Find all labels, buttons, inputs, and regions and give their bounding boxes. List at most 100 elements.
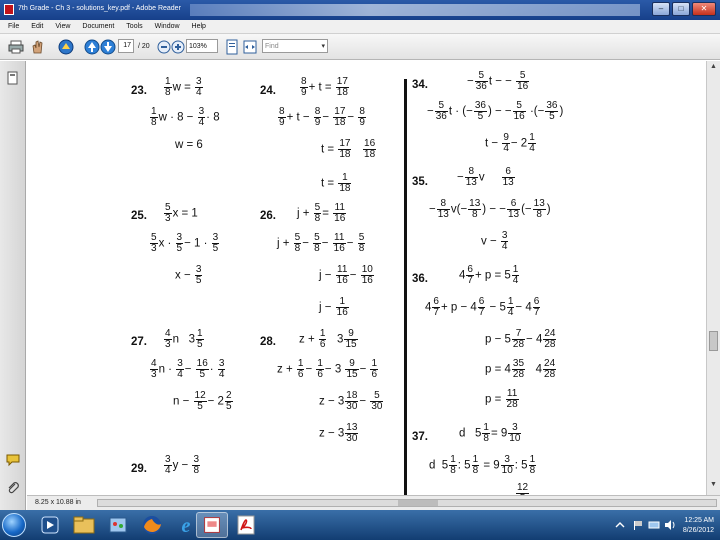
title-bar: 7th Grade - Ch 3 - solutions_key.pdf - A… bbox=[0, 0, 720, 20]
menu-edit[interactable]: Edit bbox=[31, 23, 43, 30]
pages-icon[interactable] bbox=[6, 71, 20, 85]
status-bar: 8.25 x 10.88 in bbox=[27, 495, 720, 510]
fit-width-icon[interactable] bbox=[242, 39, 258, 55]
explorer-icon[interactable] bbox=[68, 512, 100, 538]
scroll-thumb[interactable] bbox=[709, 331, 718, 351]
equation-line: p = 11 28 bbox=[485, 388, 519, 410]
document-viewer[interactable]: 23. 18w = 34 18w · 8 − 3 4 · 8 w = 6 24. 8… bbox=[27, 61, 706, 495]
equation-line: j + 5 8 = 11 16 bbox=[297, 202, 347, 224]
problem-number: 34. bbox=[412, 79, 428, 91]
equation-line: v − 34 bbox=[481, 230, 509, 252]
media-player-icon[interactable] bbox=[34, 512, 66, 538]
clock[interactable]: 12:25 AM 8/26/2012 bbox=[683, 516, 714, 536]
problem-number: 23. bbox=[131, 85, 147, 97]
equation-line: n − 12 5− 225 bbox=[173, 390, 233, 412]
pdf-app-icon bbox=[4, 4, 14, 15]
equation-line: t = 1 18 bbox=[321, 172, 352, 194]
system-tray: 12:25 AM 8/26/2012 bbox=[610, 510, 720, 540]
zoom-value: 103% bbox=[189, 43, 207, 50]
vertical-scrollbar[interactable]: ▲ ▼ bbox=[706, 61, 720, 495]
equation-line: j − 1 16 bbox=[319, 296, 349, 318]
scroll-down-icon[interactable]: ▼ bbox=[709, 481, 718, 491]
network-icon[interactable] bbox=[648, 519, 660, 531]
equation-line: 43n 315 bbox=[164, 328, 204, 350]
problem-number: 24. bbox=[260, 85, 276, 97]
menu-document[interactable]: Document bbox=[82, 23, 114, 30]
page-number-input[interactable] bbox=[118, 39, 134, 53]
arrow-down-icon[interactable] bbox=[100, 39, 116, 55]
problem-number: 35. bbox=[412, 176, 428, 188]
paint-icon[interactable] bbox=[102, 512, 134, 538]
arrow-up-icon[interactable] bbox=[84, 39, 100, 55]
chevron-up-icon[interactable] bbox=[614, 519, 626, 531]
horizontal-scroll-thumb[interactable] bbox=[398, 500, 438, 506]
page-total: / 20 bbox=[138, 43, 150, 50]
equation-line: j + 5 8− 5 8− 11 16− 58 bbox=[277, 232, 366, 254]
equation-line: 53x · 3 5− 1 · 35 bbox=[150, 232, 220, 254]
equation-line: w = 6 bbox=[175, 139, 203, 151]
flag-icon[interactable] bbox=[632, 519, 644, 531]
hand-icon[interactable] bbox=[30, 39, 46, 55]
firefox-icon[interactable] bbox=[136, 512, 168, 538]
menu-view[interactable]: View bbox=[55, 23, 70, 30]
maximize-button[interactable]: □ bbox=[672, 2, 690, 16]
equation-line: j − 11 16− 10 16 bbox=[319, 264, 374, 286]
equation-line: −5 36 t · (− 36 5) − −5 16 ·(− 36 5) bbox=[427, 100, 564, 122]
scroll-up-icon[interactable]: ▲ bbox=[709, 63, 718, 73]
problem-number: 25. bbox=[131, 210, 147, 222]
equation-line: x − 35 bbox=[175, 264, 203, 286]
equation-line: −5 36 t − − 5 16 bbox=[467, 70, 530, 92]
equation-line: 8 9 + t − 8 9− 17 18− 89 bbox=[278, 106, 366, 128]
clock-time: 12:25 AM bbox=[684, 517, 714, 524]
equation-line: −8 13 v 6 13 bbox=[457, 166, 515, 188]
equation-line: 34y − 38 bbox=[164, 454, 200, 476]
equation-line: t = 17 18 16 18 bbox=[321, 138, 377, 160]
zoom-select[interactable]: 103% bbox=[186, 39, 218, 53]
equation-line: 43n · 3 4− 16 5 · 34 bbox=[150, 358, 226, 380]
horizontal-scrollbar[interactable] bbox=[97, 499, 717, 507]
equation-line: 4 6 7 + p − 467 − 5 1 4− 467 bbox=[425, 296, 541, 318]
close-button[interactable]: ✕ bbox=[692, 2, 716, 16]
menu-window[interactable]: Window bbox=[155, 23, 180, 30]
find-input[interactable]: Find ▾ bbox=[262, 39, 328, 53]
problem-number: 27. bbox=[131, 336, 147, 348]
window-title: 7th Grade - Ch 3 - solutions_key.pdf - A… bbox=[18, 5, 181, 12]
problem-number: 28. bbox=[260, 336, 276, 348]
menu-file[interactable]: File bbox=[8, 23, 19, 30]
equation-line: t − 9 4− 214 bbox=[485, 132, 536, 154]
svg-text:e: e bbox=[182, 515, 191, 537]
equation-line: z − 3 13 30 bbox=[319, 422, 359, 444]
menu-tools[interactable]: Tools bbox=[126, 23, 142, 30]
equation-line: 8 9 + t = 17 18 bbox=[300, 76, 349, 98]
volume-icon[interactable] bbox=[664, 519, 676, 531]
attachment-icon[interactable] bbox=[6, 481, 20, 495]
sign-icon[interactable] bbox=[58, 39, 74, 55]
equation-line: p = 4 35 28 4 24 28 bbox=[485, 358, 557, 380]
minimize-button[interactable]: – bbox=[652, 2, 670, 16]
fit-page-icon[interactable] bbox=[224, 39, 240, 55]
column-divider bbox=[404, 79, 407, 495]
equation-line: z + 1 6− 1 6− 3 9 15− 16 bbox=[277, 358, 379, 380]
presentation-icon[interactable] bbox=[196, 512, 228, 538]
equation-line: 125 bbox=[516, 482, 530, 495]
equation-line: −8 13 v(− 13 8) − −6 13 (− 13 8) bbox=[429, 198, 551, 220]
equation-line: d 518: 518 = 9 3 10: 518 bbox=[429, 454, 537, 476]
zoom-in-icon[interactable] bbox=[170, 39, 186, 55]
start-icon[interactable] bbox=[2, 513, 26, 537]
problem-number: 26. bbox=[260, 210, 276, 222]
chevron-down-icon: ▾ bbox=[321, 43, 325, 50]
problem-number: 36. bbox=[412, 273, 428, 285]
problem-number: 29. bbox=[131, 463, 147, 475]
equation-line: p − 5 7 28− 4 24 28 bbox=[485, 328, 557, 350]
menu-bar: File Edit View Document Tools Window Hel… bbox=[0, 20, 720, 34]
equation-line: 18w = 34 bbox=[164, 76, 203, 98]
equation-line: 18w · 8 − 3 4 · 8 bbox=[150, 106, 220, 128]
clock-date: 8/26/2012 bbox=[682, 527, 714, 534]
print-icon[interactable] bbox=[8, 39, 24, 55]
equation-line: z − 3 18 30− 5 30 bbox=[319, 390, 384, 412]
menu-help[interactable]: Help bbox=[192, 23, 206, 30]
title-bar-background bbox=[190, 4, 640, 16]
acrobat-icon[interactable] bbox=[230, 512, 262, 538]
find-placeholder: Find bbox=[265, 43, 279, 50]
comment-icon[interactable] bbox=[6, 453, 20, 467]
